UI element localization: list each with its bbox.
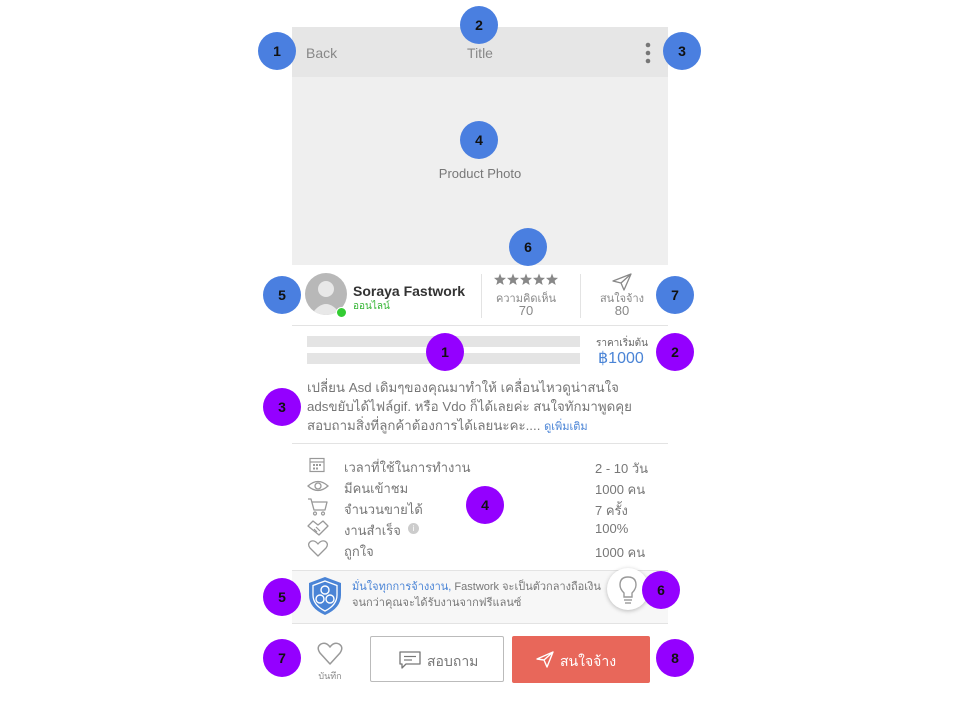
detail-row: ถูกใจ 1000 คน [307, 539, 652, 560]
detail-label: งานสำเร็จ [344, 523, 401, 538]
description-line: adsขยับได้ไฟล์gif. หรือ Vdo ก็ได้เลยค่ะ … [307, 399, 632, 414]
annotation-marker: 6 [642, 571, 680, 609]
detail-row: เวลาที่ใช้ในการทำงาน 2 - 10 วัน [307, 455, 652, 476]
annotation-marker: 5 [263, 276, 301, 314]
detail-value: 100% [595, 521, 629, 536]
cart-icon [307, 497, 329, 517]
annotation-marker: 6 [509, 228, 547, 266]
annotation-marker: 8 [656, 639, 694, 677]
annotation-marker: 2 [656, 333, 694, 371]
interest-count: 80 [614, 303, 630, 318]
annotation-marker: 3 [263, 388, 301, 426]
rating-count: 70 [518, 303, 534, 318]
annotation-marker: 3 [663, 32, 701, 70]
annotation-marker: 4 [466, 486, 504, 524]
divider [292, 443, 668, 444]
description-line: สอบถามสิ่งที่ลูกค้าต้องการได้เลยนะคะ.... [307, 418, 541, 433]
ask-label: สอบถาม [427, 653, 479, 669]
hire-button[interactable]: สนใจจ้าง [512, 636, 650, 683]
annotation-marker: 2 [460, 6, 498, 44]
detail-value: 1000 คน [595, 545, 646, 560]
divider [580, 274, 581, 318]
shield-icon [307, 576, 343, 616]
handshake-icon [307, 518, 329, 538]
page-title: Title [467, 45, 493, 61]
guarantee-line: จนกว่าคุณจะได้รับงานจากฟรีแลนซ์ [352, 597, 522, 609]
back-button[interactable]: Back [306, 45, 337, 61]
detail-label: ถูกใจ [344, 544, 374, 559]
annotation-marker: 7 [656, 276, 694, 314]
heart-icon [307, 539, 329, 559]
calendar-icon [307, 455, 329, 475]
guarantee-line: Fastwork จะเป็นตัวกลางถือเงิน [451, 581, 601, 593]
detail-label: มีคนเข้าชม [344, 481, 409, 496]
product-photo-label: Product Photo [438, 166, 522, 181]
description: เปลี่ยน Asd เดิมๆของคุณมาทำให้ เคลื่อนไห… [307, 378, 652, 437]
annotation-marker: 5 [263, 578, 301, 616]
info-icon[interactable]: i [408, 523, 419, 534]
annotation-marker: 1 [426, 333, 464, 371]
price-value: ฿1000 [598, 350, 644, 367]
description-line: เปลี่ยน Asd เดิมๆของคุณมาทำให้ เคลื่อนไห… [307, 380, 619, 395]
more-menu-icon[interactable] [645, 41, 651, 65]
eye-icon [307, 476, 329, 496]
guarantee-highlight: มั่นใจทุกการจ้างงาน, [352, 581, 452, 593]
see-more-link[interactable]: ดูเพิ่มเติม [544, 421, 588, 433]
ask-button[interactable]: สอบถาม [370, 636, 504, 682]
annotation-marker: 1 [258, 32, 296, 70]
save-label[interactable]: บันทึก [310, 669, 350, 683]
guarantee-text: มั่นใจทุกการจ้างงาน, Fastwork จะเป็นตัวก… [352, 579, 622, 611]
detail-label: เวลาที่ใช้ในการทำงาน [344, 460, 471, 475]
heart-icon[interactable] [316, 641, 344, 667]
seller-status: ออนไลน์ [353, 301, 390, 312]
chat-icon [399, 651, 421, 669]
hire-label: สนใจจ้าง [560, 653, 617, 669]
send-icon [536, 651, 554, 668]
seller-name[interactable]: Soraya Fastwork [353, 283, 465, 299]
online-indicator [336, 307, 347, 318]
annotation-marker: 7 [263, 639, 301, 677]
annotation-marker: 4 [460, 121, 498, 159]
divider [481, 274, 482, 318]
detail-label: จำนวนขายได้ [344, 502, 423, 517]
rating-stars-icon [494, 273, 558, 287]
